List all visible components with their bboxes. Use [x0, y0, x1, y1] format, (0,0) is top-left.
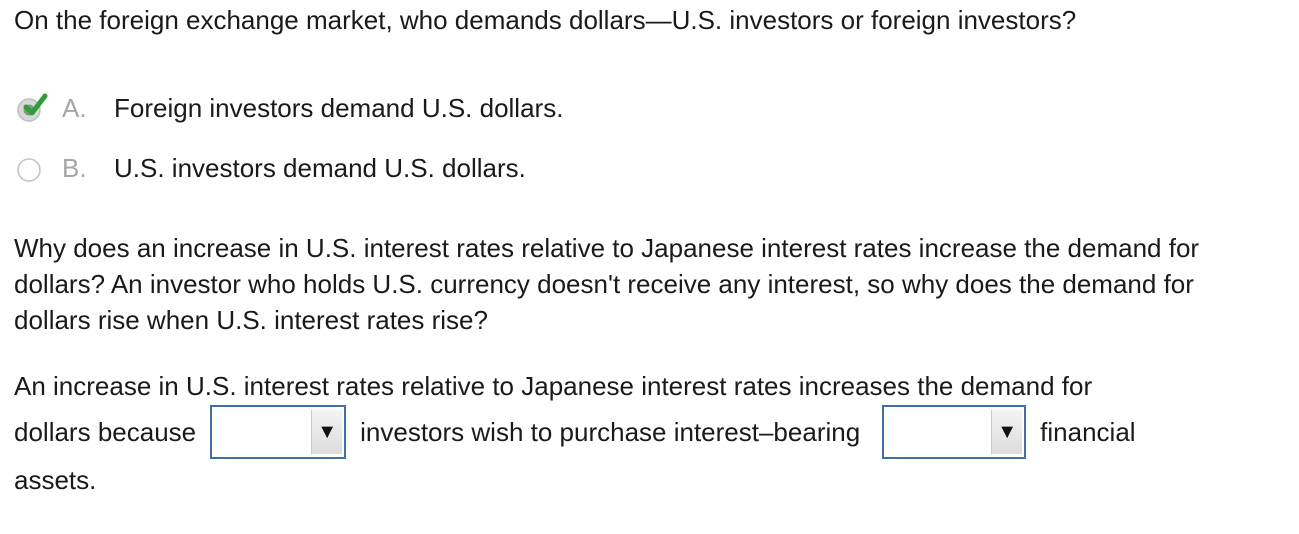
dropdown-1[interactable]: ▼ [210, 405, 347, 459]
option-a-letter: A. [62, 92, 87, 123]
unselected-radio-icon [17, 158, 41, 182]
dropdown-2-button[interactable]: ▼ [991, 410, 1023, 454]
fill-in-part-3: financial [1040, 416, 1136, 447]
fill-in-part-2: investors wish to purchase interest–bear… [360, 416, 861, 447]
radio-option-a[interactable] [16, 93, 48, 123]
dropdown-arrow-icon: ▼ [997, 421, 1018, 443]
option-a-label: Foreign investors demand U.S. dollars. [114, 92, 564, 123]
option-b-letter: B. [62, 152, 87, 183]
dropdown-arrow-icon: ▼ [317, 421, 338, 443]
option-b[interactable]: B. U.S. investors demand U.S. dollars. [16, 150, 526, 186]
question-2-text: Why does an increase in U.S. interest ra… [14, 233, 1200, 335]
fill-in-line-1: An increase in U.S. interest rates relat… [14, 371, 1093, 401]
selected-correct-radio-icon [17, 93, 48, 122]
radio-option-b[interactable] [16, 153, 46, 183]
option-a[interactable]: A. Foreign investors demand U.S. dollars… [16, 90, 563, 126]
option-b-label: U.S. investors demand U.S. dollars. [114, 152, 526, 183]
fill-in-part-1: dollars because [14, 416, 197, 447]
fill-in-line-2: dollars because ▼ investors wish to purc… [14, 403, 1274, 461]
dropdown-1-button[interactable]: ▼ [311, 410, 343, 454]
dropdown-2[interactable]: ▼ [882, 405, 1027, 459]
question-1-text: On the foreign exchange market, who dema… [14, 5, 1077, 35]
fill-in-line-3: assets. [14, 465, 97, 495]
